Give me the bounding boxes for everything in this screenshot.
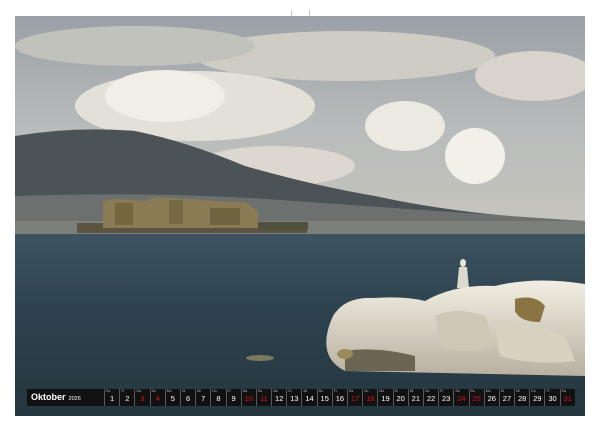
- weekday-label: Di: [181, 389, 186, 393]
- day-cell: Mo 5: [164, 389, 180, 406]
- day-number: 7: [201, 394, 206, 403]
- day-cell: Mi 21: [407, 389, 423, 406]
- weekday-label: Mo: [485, 389, 491, 393]
- day-number: 4: [155, 394, 160, 403]
- weekday-label: Do: [212, 389, 217, 393]
- weekday-label: So: [470, 389, 475, 393]
- weekday-label: Fr: [121, 389, 125, 393]
- weekday-label: So: [257, 389, 263, 393]
- day-cell: Mi 28: [514, 389, 529, 406]
- day-number: 20: [396, 394, 405, 403]
- day-cell: Fr 23: [438, 389, 453, 406]
- day-number: 5: [170, 394, 175, 403]
- day-number: 15: [320, 394, 329, 403]
- weekday-label: Do: [531, 389, 536, 393]
- day-number: 29: [533, 394, 542, 403]
- day-cell: So 25: [468, 389, 484, 406]
- day-number: 21: [411, 394, 421, 403]
- day-number: 16: [335, 394, 345, 403]
- calendar-photo: [15, 16, 585, 416]
- day-cell: Fr 2: [119, 389, 134, 406]
- day-number: 28: [517, 394, 527, 403]
- day-number: 14: [305, 394, 314, 403]
- day-cell: Sa 17: [347, 389, 362, 406]
- weekday-label: Mo: [273, 389, 278, 393]
- weekday-label: Sa: [242, 389, 247, 393]
- weekday-label: Fr: [546, 389, 550, 393]
- day-number: 12: [274, 394, 284, 403]
- weekday-label: Mi: [197, 389, 201, 393]
- day-number: 17: [350, 394, 360, 403]
- weekday-label: Mi: [516, 389, 520, 393]
- day-number: 19: [381, 394, 390, 403]
- day-number: 11: [260, 394, 268, 403]
- day-cell: Di 20: [392, 389, 408, 406]
- day-number: 18: [366, 394, 375, 403]
- day-number: 27: [502, 394, 512, 403]
- day-cell: So 4: [149, 389, 165, 406]
- weekday-label: Fr: [227, 389, 231, 393]
- day-number: 26: [487, 394, 496, 403]
- day-cell: Do 1: [104, 389, 119, 406]
- weekday-label: Fr: [440, 389, 444, 393]
- weekday-label: Fr: [333, 389, 338, 393]
- weekday-label: Sa: [561, 389, 566, 393]
- year: 2026: [68, 396, 81, 402]
- day-number: 23: [442, 394, 451, 403]
- month-name: Oktober: [31, 392, 66, 402]
- weekday-label: Do: [106, 389, 111, 393]
- weekday-label: Di: [394, 389, 398, 393]
- day-number: 30: [548, 394, 557, 403]
- day-cell: Do 22: [422, 389, 438, 406]
- day-cell: Sa 10: [240, 389, 256, 406]
- day-cell: Do 29: [529, 389, 544, 406]
- day-number: 2: [125, 394, 130, 403]
- weekday-label: Do: [424, 389, 430, 393]
- day-cell: Sa 24: [453, 389, 468, 406]
- month-label: Oktober 2026: [27, 389, 104, 406]
- day-cell: Mo 12: [271, 389, 286, 406]
- weekday-label: So: [364, 389, 369, 393]
- day-cell: Mo 26: [483, 389, 499, 406]
- day-number: 24: [457, 394, 466, 403]
- day-cell: Do 15: [316, 389, 332, 406]
- weekday-label: Mi: [303, 389, 308, 393]
- day-cell: Mi 14: [301, 389, 316, 406]
- weekday-label: Mo: [379, 389, 385, 393]
- day-cell: Di 6: [179, 389, 195, 406]
- weekday-label: Di: [500, 389, 505, 393]
- weekday-label: Mi: [409, 389, 414, 393]
- day-number: 13: [290, 394, 299, 403]
- day-cell: Sa 3: [134, 389, 149, 406]
- day-cell: Mo 19: [377, 389, 392, 406]
- day-number: 3: [140, 394, 145, 403]
- day-cell: So 18: [362, 389, 377, 406]
- day-cell: So 11: [255, 389, 271, 406]
- day-number: 9: [231, 394, 236, 403]
- day-cell: Di 13: [286, 389, 301, 406]
- calendar-bar: Oktober 2026 Do 1 Fr 2 Sa 3 So 4 Mo 5 Di 6 Mi 7 Do 8 Fr 9…: [27, 389, 575, 406]
- weekday-label: Di: [288, 389, 292, 393]
- day-number: 31: [563, 394, 572, 403]
- day-number: 22: [426, 394, 436, 403]
- day-number: 8: [216, 394, 221, 403]
- day-number: 10: [244, 394, 253, 403]
- day-cell: Di 27: [498, 389, 514, 406]
- weekday-label: So: [151, 389, 156, 393]
- day-cell: Fr 30: [544, 389, 559, 406]
- weekday-label: Sa: [136, 389, 141, 393]
- day-number: 1: [110, 394, 115, 403]
- weekday-label: Sa: [349, 389, 354, 393]
- day-cell: Mi 7: [195, 389, 210, 406]
- weekday-label: Do: [318, 389, 324, 393]
- day-cell: Fr 16: [331, 389, 347, 406]
- day-cell: Do 8: [210, 389, 225, 406]
- day-strip: Do 1 Fr 2 Sa 3 So 4 Mo 5 Di 6 Mi 7 Do 8 Fr 9 Sa 10 So 11 Mo 12 D…: [104, 389, 575, 406]
- weekday-label: Mo: [166, 389, 172, 393]
- day-number: 25: [472, 394, 481, 403]
- day-cell: Fr 9: [225, 389, 241, 406]
- day-cell: Sa 31: [559, 389, 575, 406]
- weekday-label: Sa: [455, 389, 460, 393]
- day-number: 6: [185, 394, 191, 403]
